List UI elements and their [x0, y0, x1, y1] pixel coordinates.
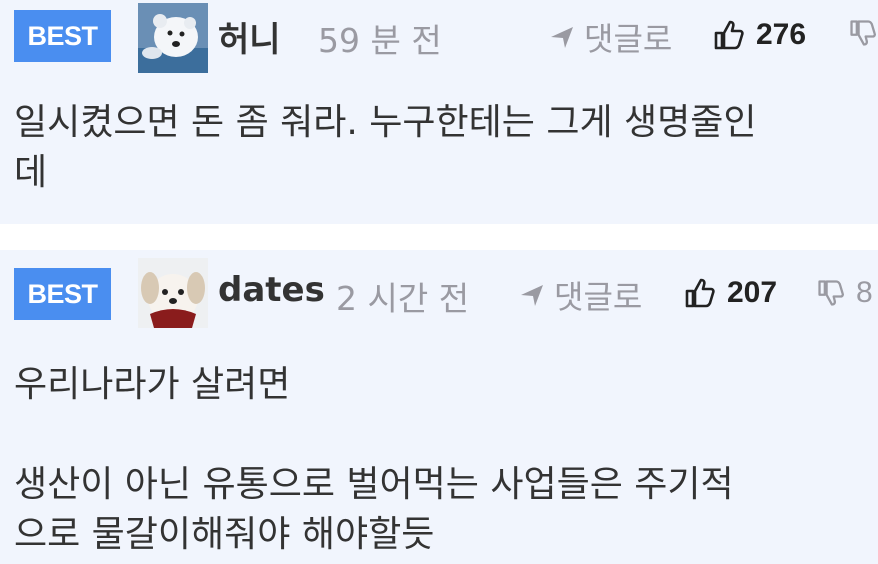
author-avatar[interactable] — [138, 258, 208, 328]
comment-line: 으로 물갈이해줘야 해야할듯 — [14, 514, 435, 555]
like-count: 276 — [756, 18, 807, 51]
comment-line: 우리나라가 살려면 — [14, 364, 291, 405]
reply-label: 댓글로 — [554, 278, 643, 316]
author-name[interactable]: 허니 — [218, 12, 281, 61]
dislike-button[interactable] — [848, 18, 878, 48]
thumbs-down-icon — [850, 20, 876, 46]
comment-body: 우리나라가 살려면 생산이 아닌 유통으로 벌어먹는 사업들은 주기적 으로 물… — [14, 360, 734, 560]
thumbs-down-icon — [818, 280, 844, 306]
dislike-count: 8 — [856, 276, 873, 309]
author-name[interactable]: dates — [218, 270, 325, 310]
comment-card: BEST 허니 59 분 전 댓글로 276 일시켰으면 돈 좀 줘라. 누구한… — [0, 0, 878, 224]
best-badge: BEST — [14, 10, 111, 62]
thumbs-up-icon — [714, 20, 744, 50]
comment-line: 생산이 아닌 유통으로 벌어먹는 사업들은 주기적 — [14, 464, 734, 505]
reply-button[interactable]: 댓글로 — [518, 272, 642, 318]
reply-arrow-icon — [521, 285, 543, 306]
best-badge: BEST — [14, 268, 111, 320]
author-avatar[interactable] — [138, 3, 208, 73]
comment-line: 데 — [14, 152, 48, 193]
dislike-button[interactable]: 8 — [816, 276, 873, 310]
reply-label: 댓글로 — [584, 20, 673, 58]
like-button[interactable]: 207 — [683, 276, 777, 310]
comment-time: 59 분 전 — [318, 21, 442, 60]
comment-line — [14, 410, 734, 460]
reply-arrow-icon — [551, 27, 573, 48]
like-button[interactable]: 276 — [712, 18, 806, 52]
reply-button[interactable]: 댓글로 — [548, 14, 672, 60]
puppy-avatar-icon — [138, 258, 208, 328]
comment-line: 일시켰으면 돈 좀 줘라. 누구한테는 그게 생명줄인 — [14, 102, 757, 143]
comment-body: 일시켰으면 돈 좀 줘라. 누구한테는 그게 생명줄인 데 — [14, 98, 757, 198]
like-count: 207 — [727, 276, 778, 309]
comment-card: BEST dates 2 시간 전 댓글로 207 8 우리나라가 살려면 생산… — [0, 250, 878, 564]
polar-bear-avatar-icon — [138, 3, 208, 73]
thumbs-up-icon — [685, 278, 715, 308]
comment-time: 2 시간 전 — [336, 279, 470, 318]
